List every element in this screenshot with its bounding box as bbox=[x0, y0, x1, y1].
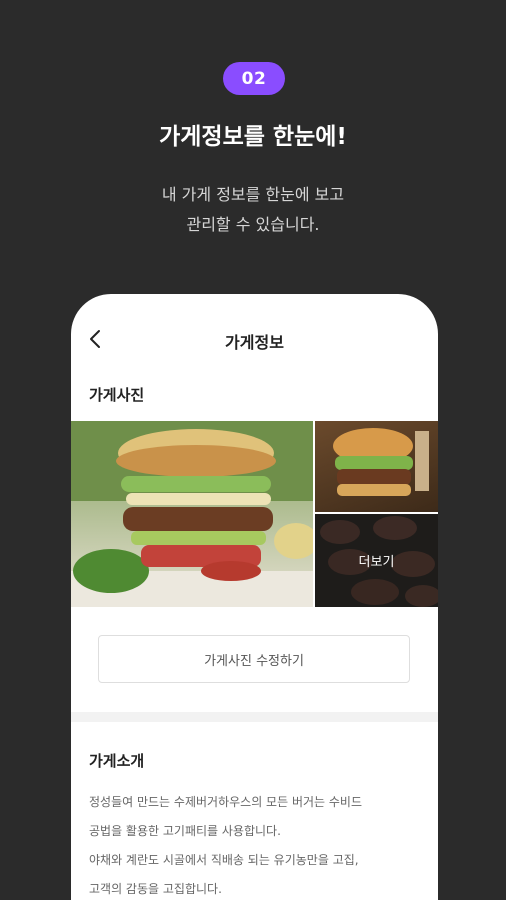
hero-description-line: 관리할 수 있습니다. bbox=[186, 215, 320, 234]
intro-section-label: 가게소개 bbox=[89, 752, 145, 770]
header-title: 가게정보 bbox=[225, 333, 284, 352]
hero-description: 내 가게 정보를 한눈에 보고 관리할 수 있습니다. bbox=[0, 180, 506, 240]
photos-section-label: 가게사진 bbox=[89, 386, 145, 404]
grill-photo[interactable]: 더보기 bbox=[315, 514, 438, 607]
photo-gallery: 더보기 bbox=[71, 421, 438, 607]
phone-mockup: 가게정보 가게사진 더보기 가게사진 수정하기 가게소개 정성들여 만드는 수제… bbox=[71, 294, 438, 900]
intro-line: 고객의 감동을 고집합니다. bbox=[89, 882, 222, 896]
burger-photo-side[interactable] bbox=[315, 421, 438, 512]
burger-photo-main[interactable] bbox=[71, 421, 313, 607]
intro-line: 공법을 활용한 고기패티를 사용합니다. bbox=[89, 824, 281, 838]
intro-text: 정성들여 만드는 수제버거하우스의 모든 버거는 수비드 공법을 활용한 고기패… bbox=[89, 788, 429, 900]
hero-title: 가게정보를 한눈에! bbox=[159, 124, 347, 150]
hero-description-line: 내 가게 정보를 한눈에 보고 bbox=[161, 185, 345, 204]
phone-header: 가게정보 bbox=[71, 294, 438, 382]
edit-photos-button[interactable]: 가게사진 수정하기 bbox=[98, 635, 410, 683]
intro-line: 야채와 계란도 시골에서 직배송 되는 유기농만을 고집, bbox=[89, 853, 359, 867]
more-photos-button[interactable]: 더보기 bbox=[315, 514, 438, 607]
step-badge: 02 bbox=[223, 62, 285, 95]
section-divider bbox=[71, 712, 438, 722]
intro-line: 정성들여 만드는 수제버거하우스의 모든 버거는 수비드 bbox=[89, 795, 362, 809]
